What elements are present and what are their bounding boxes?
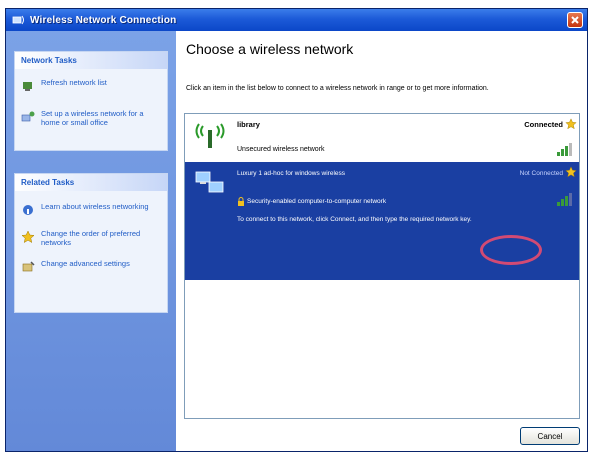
star-icon xyxy=(565,166,577,178)
wireless-network-icon xyxy=(12,14,26,26)
wireless-antenna-icon xyxy=(195,122,225,148)
close-icon xyxy=(571,16,579,24)
connect-instructions: To connect to this network, click Connec… xyxy=(237,216,472,223)
setup-network-icon xyxy=(21,110,35,124)
signal-strength-icon xyxy=(557,192,575,206)
task-label: Change the order of preferred networks xyxy=(41,229,141,247)
security-status: Unsecured wireless network xyxy=(237,146,325,153)
computer-to-computer-icon xyxy=(195,170,225,196)
title-bar[interactable]: Wireless Network Connection xyxy=(6,9,587,31)
task-label: Refresh network list xyxy=(41,78,107,87)
page-title: Choose a wireless network xyxy=(186,41,354,57)
security-status: Security-enabled computer-to-computer ne… xyxy=(247,198,387,205)
star-icon xyxy=(21,230,35,244)
connection-status: Connected xyxy=(524,120,563,129)
task-sidebar: Network Tasks Refresh network list Set u… xyxy=(6,31,176,451)
main-content: Choose a wireless network Click an item … xyxy=(176,31,587,451)
related-tasks-panel: Related Tasks Learn about wireless netwo… xyxy=(14,173,168,313)
lock-icon xyxy=(237,197,245,206)
task-label: Change advanced settings xyxy=(41,259,130,268)
network-list-item-selected[interactable]: Luxury 1 ad-hoc for windows wireless Not… xyxy=(185,162,579,280)
cancel-button[interactable]: Cancel xyxy=(520,427,580,445)
network-name: library xyxy=(237,120,260,129)
wireless-network-window: Wireless Network Connection Network Task… xyxy=(5,8,588,452)
signal-strength-icon xyxy=(557,142,575,156)
task-refresh-network-list[interactable]: Refresh network list xyxy=(15,75,167,96)
info-icon xyxy=(21,203,35,217)
window-title: Wireless Network Connection xyxy=(30,14,177,26)
task-label: Learn about wireless networking xyxy=(41,202,149,211)
task-label: Set up a wireless network for a home or … xyxy=(41,109,144,127)
close-button[interactable] xyxy=(567,12,583,28)
network-list[interactable]: library Connected Unsecured wireless net… xyxy=(184,113,580,419)
network-list-item[interactable]: library Connected Unsecured wireless net… xyxy=(185,114,579,160)
annotation-circle xyxy=(480,235,542,265)
network-tasks-header: Network Tasks xyxy=(15,52,167,69)
star-icon xyxy=(565,118,577,130)
task-learn-wireless[interactable]: Learn about wireless networking xyxy=(15,199,167,220)
settings-icon xyxy=(21,260,35,274)
connection-status: Not Connected xyxy=(519,170,563,177)
refresh-icon xyxy=(21,79,35,93)
task-setup-wireless-network[interactable]: Set up a wireless network for a home or … xyxy=(15,106,167,130)
task-change-network-order[interactable]: Change the order of preferred networks xyxy=(15,226,167,250)
network-tasks-panel: Network Tasks Refresh network list Set u… xyxy=(14,51,168,151)
page-description: Click an item in the list below to conne… xyxy=(186,85,489,92)
task-change-advanced-settings[interactable]: Change advanced settings xyxy=(15,256,167,277)
related-tasks-header: Related Tasks xyxy=(15,174,167,191)
network-name: Luxury 1 ad-hoc for windows wireless xyxy=(237,170,346,177)
